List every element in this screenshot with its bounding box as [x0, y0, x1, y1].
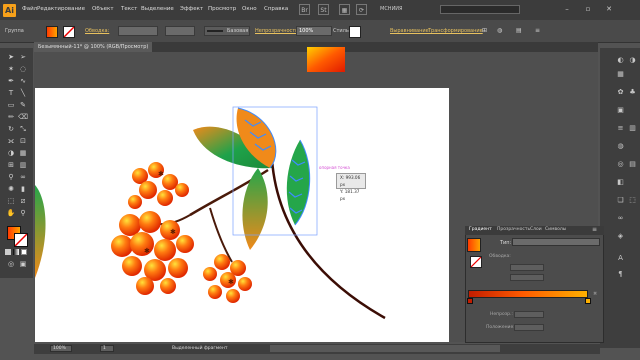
floating-gradient-swatch [307, 47, 345, 72]
appearance-icon[interactable]: ◎ [616, 160, 625, 169]
svg-text:✱: ✱ [228, 278, 234, 286]
gradient-slider[interactable] [468, 290, 588, 298]
gradient-stop-left[interactable] [467, 298, 473, 304]
image-trace-icon[interactable]: ◈ [616, 232, 625, 241]
artboard-number-field[interactable]: 1 [100, 345, 114, 352]
gradient-type-select[interactable] [512, 238, 600, 246]
tooltip-y: Y: 181.37 px [340, 189, 360, 201]
trash-icon[interactable]: ✖ [593, 292, 598, 297]
smart-guide-label: опорная точка [319, 165, 350, 170]
leaf-bottom [242, 168, 268, 250]
svg-text:✱: ✱ [144, 247, 150, 255]
coordinate-tooltip: X: 993.06 px Y: 181.37 px [336, 173, 366, 201]
tooltip-x: X: 993.06 px [340, 175, 361, 187]
tab-gradient[interactable]: Градиент [469, 227, 492, 232]
links-icon[interactable]: ∞ [616, 214, 625, 223]
panel-menu-icon[interactable]: ≡ [592, 226, 597, 233]
opacity-field[interactable] [514, 311, 544, 318]
right-panel-dock: ◐ ◑ ▦ ✿ ♣ ▣ ≡ ▥ ◍ ◎ ▤ ◧ ❏ ⬚ ∞ ◈ A ¶ [600, 48, 640, 348]
gradient-type-label: Тип: [500, 240, 512, 246]
graphic-styles-icon[interactable]: ▣ [616, 106, 625, 115]
opacity-label: Непрозр.: [490, 312, 513, 317]
status-text: Выделенный фрагмент [172, 346, 228, 351]
layers-icon[interactable]: ❏ [616, 196, 625, 205]
zoom-field[interactable]: 100% [50, 345, 72, 352]
aspect-field[interactable] [510, 274, 544, 281]
tab-symbols[interactable]: Символы [545, 227, 566, 232]
tab-transparency[interactable]: Прозрачность [497, 227, 530, 232]
gradient-stop-right[interactable] [585, 298, 591, 304]
gradient-panel-icon[interactable]: ▥ [628, 124, 637, 133]
color-panel-icon[interactable]: ◐ [616, 56, 625, 65]
berry-cluster-main [111, 211, 194, 295]
stroke-gradient-swatch[interactable] [470, 256, 482, 268]
leaf-partial [35, 185, 46, 278]
horizontal-scrollbar[interactable] [270, 345, 500, 352]
paragraph-icon[interactable]: ¶ [616, 270, 625, 279]
symbols-icon[interactable]: ♣ [628, 88, 637, 97]
artboards-icon[interactable]: ⬚ [628, 196, 637, 205]
stroke-label: Обводка: [489, 254, 511, 259]
character-icon[interactable]: A [616, 254, 625, 263]
swatches-icon[interactable]: ▦ [616, 70, 625, 79]
stroke-panel-icon[interactable]: ≡ [616, 124, 625, 133]
position-field[interactable] [514, 324, 544, 331]
tab-layers[interactable]: Слои [530, 227, 542, 232]
transparency-icon[interactable]: ◍ [616, 142, 625, 151]
align-panel-icon[interactable]: ▤ [628, 160, 637, 169]
svg-text:✱: ✱ [170, 228, 176, 236]
color-guide-icon[interactable]: ◑ [628, 56, 637, 65]
pathfinder-icon[interactable]: ◧ [616, 178, 625, 187]
gradient-preview[interactable] [467, 238, 481, 252]
brushes-icon[interactable]: ✿ [616, 88, 625, 97]
position-label: Положение: [486, 325, 515, 330]
svg-text:✱: ✱ [158, 170, 164, 178]
angle-field[interactable] [510, 264, 544, 271]
